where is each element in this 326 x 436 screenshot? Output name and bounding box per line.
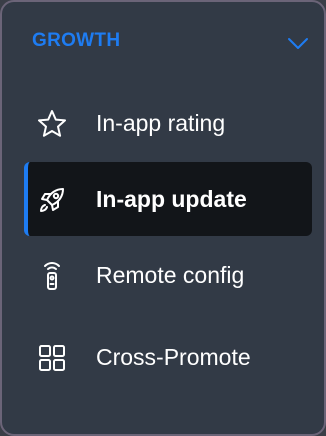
section-header-growth[interactable]: GROWTH [32,28,314,60]
rocket-icon [40,188,64,212]
nav-item-remote-config[interactable]: Remote config [24,238,312,312]
nav-item-label: Remote config [96,262,245,288]
nav-item-label: In-app update [96,186,247,212]
grid-icon [39,345,65,371]
nav-item-label: In-app rating [96,110,226,136]
growth-menu-panel: GROWTH In-app rating In-app update Remot… [0,0,326,436]
nav-item-cross-promote[interactable]: Cross-Promote [24,320,312,394]
chevron-down-icon[interactable] [286,34,310,52]
nav-item-in-app-update[interactable]: In-app update [24,162,312,236]
nav-item-in-app-rating[interactable]: In-app rating [24,86,312,160]
nav-item-label: Cross-Promote [96,344,251,370]
remote-control-icon [44,262,60,290]
section-title: GROWTH [32,30,121,51]
star-icon [38,110,66,137]
